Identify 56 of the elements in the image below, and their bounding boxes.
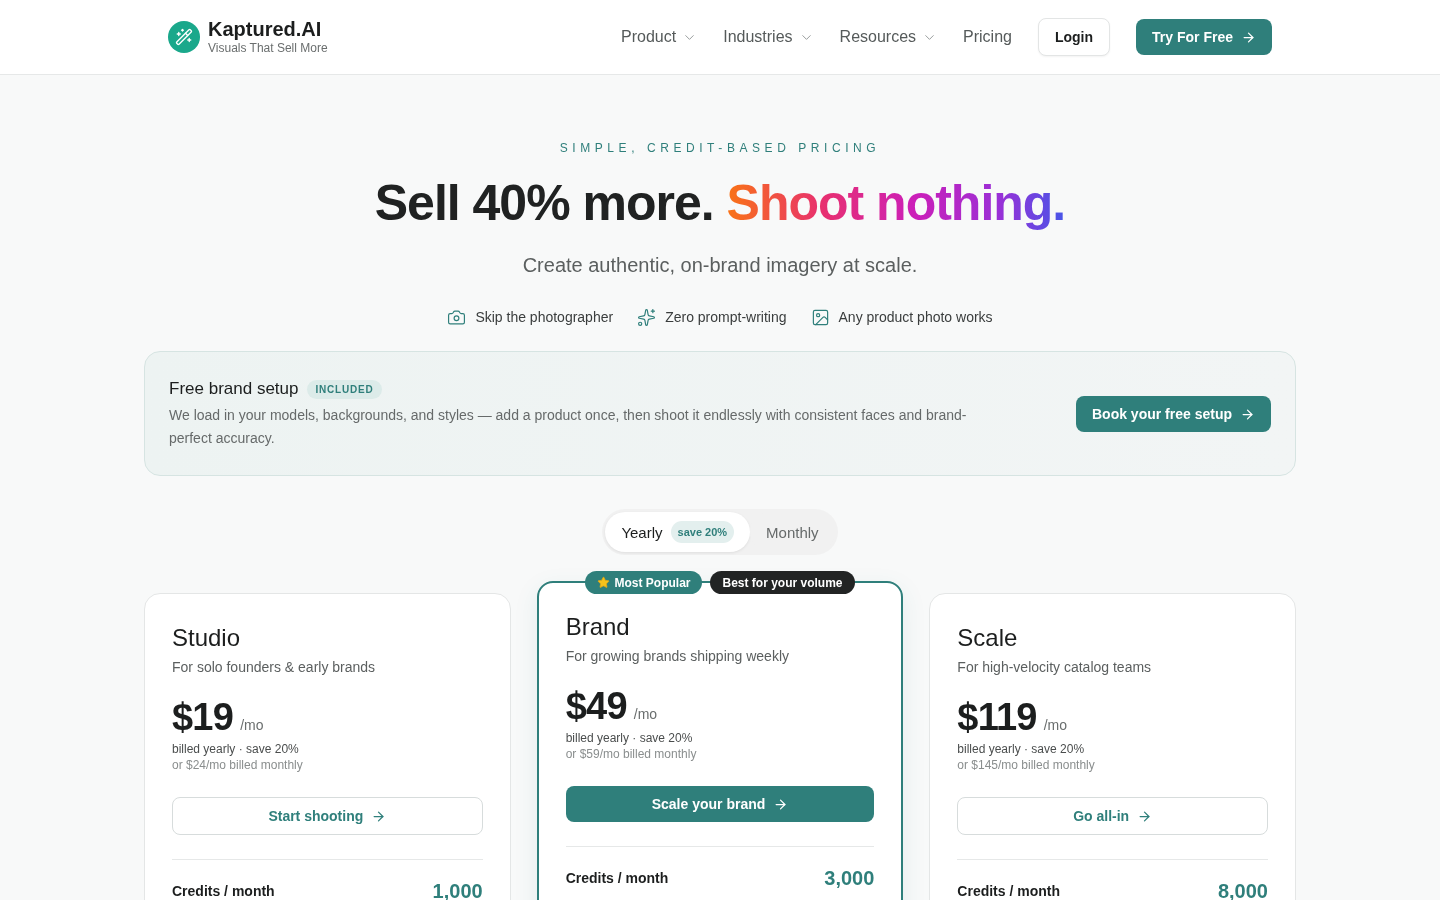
banner-description: We load in your models, backgrounds, and styles — add a product once, then shoot it endlessly with consistent faces and brand-perfect accuracy.	[169, 406, 968, 448]
plan-button[interactable]: Go all-in	[957, 797, 1268, 835]
plan-badge: Best for your volume	[710, 571, 855, 594]
price-period: /mo	[1043, 717, 1068, 733]
plan-button[interactable]: Start shooting	[172, 797, 483, 835]
credits-label: Credits / month	[957, 882, 1060, 900]
billing-note: billed yearly · save 20%	[957, 741, 1086, 757]
arrow-right-icon	[1241, 29, 1256, 45]
credits-label: Credits / month	[565, 869, 669, 887]
nav-link[interactable]: Pricing	[963, 28, 1012, 46]
plan-price: $119	[957, 695, 1037, 739]
subtitle: Create authentic, on-brand imagery at scale.	[522, 253, 918, 278]
arrow-right-icon	[773, 796, 789, 812]
feature-label: Zero prompt-writing	[665, 308, 787, 327]
arrow-right-icon	[1137, 808, 1153, 824]
login-button[interactable]: Login	[1037, 18, 1111, 56]
popular-badge: Most Popular	[585, 571, 703, 594]
try-free-button[interactable]: Try For Free	[1136, 19, 1272, 55]
eyebrow-label: SIMPLE, CREDIT-BASED PRICING	[559, 140, 881, 157]
brand-tagline: Visuals That Sell More	[208, 40, 328, 56]
credits-label: Credits / month	[172, 882, 275, 900]
save-badge: save 20%	[670, 521, 735, 543]
billing-note: billed yearly · save 20%	[565, 730, 694, 746]
plan-name: Studio	[172, 623, 242, 653]
nav-dropdown[interactable]: Industries	[723, 28, 814, 46]
nav-dropdown[interactable]: Product	[621, 28, 698, 46]
wand-logo-icon	[168, 21, 200, 53]
star-icon	[597, 576, 611, 589]
brand-name[interactable]: Kaptured.AI	[208, 18, 328, 40]
feature-label: Skip the photographer	[475, 308, 614, 327]
feature-label: Any product photo works	[838, 308, 993, 327]
monthly-price-note: or $145/mo billed monthly	[957, 757, 1096, 773]
price-period: /mo	[240, 717, 264, 733]
nav-dropdown[interactable]: Resources	[839, 28, 938, 46]
plan-description: For solo founders & early brands	[172, 658, 377, 677]
plan-name: Brand	[565, 612, 631, 642]
billing-option[interactable]: Yearly save 20%	[605, 512, 751, 552]
included-badge: INCLUDED	[307, 379, 382, 399]
plan-description: For high-velocity catalog teams	[957, 658, 1153, 677]
billing-note: billed yearly · save 20%	[172, 741, 300, 757]
image-icon	[810, 307, 830, 327]
monthly-price-note: or $59/mo billed monthly	[565, 746, 698, 762]
monthly-price-note: or $24/mo billed monthly	[172, 757, 304, 773]
credits-value: 3,000	[824, 869, 875, 887]
sparkles-icon	[637, 307, 657, 327]
plan-description: For growing brands shipping weekly	[565, 647, 790, 666]
plan-price: $49	[565, 684, 627, 728]
book-setup-button[interactable]: Book your free setup	[1075, 396, 1271, 432]
arrow-right-icon	[371, 808, 387, 824]
plan-name: Scale	[957, 623, 1019, 653]
plan-button[interactable]: Scale your brand	[565, 786, 875, 822]
headline: Sell 40% more. Shoot nothing.	[374, 174, 1066, 233]
plan-price: $19	[172, 695, 234, 739]
arrow-right-icon	[1240, 406, 1255, 422]
banner-title: Free brand setup	[169, 378, 299, 400]
price-period: /mo	[633, 706, 658, 722]
